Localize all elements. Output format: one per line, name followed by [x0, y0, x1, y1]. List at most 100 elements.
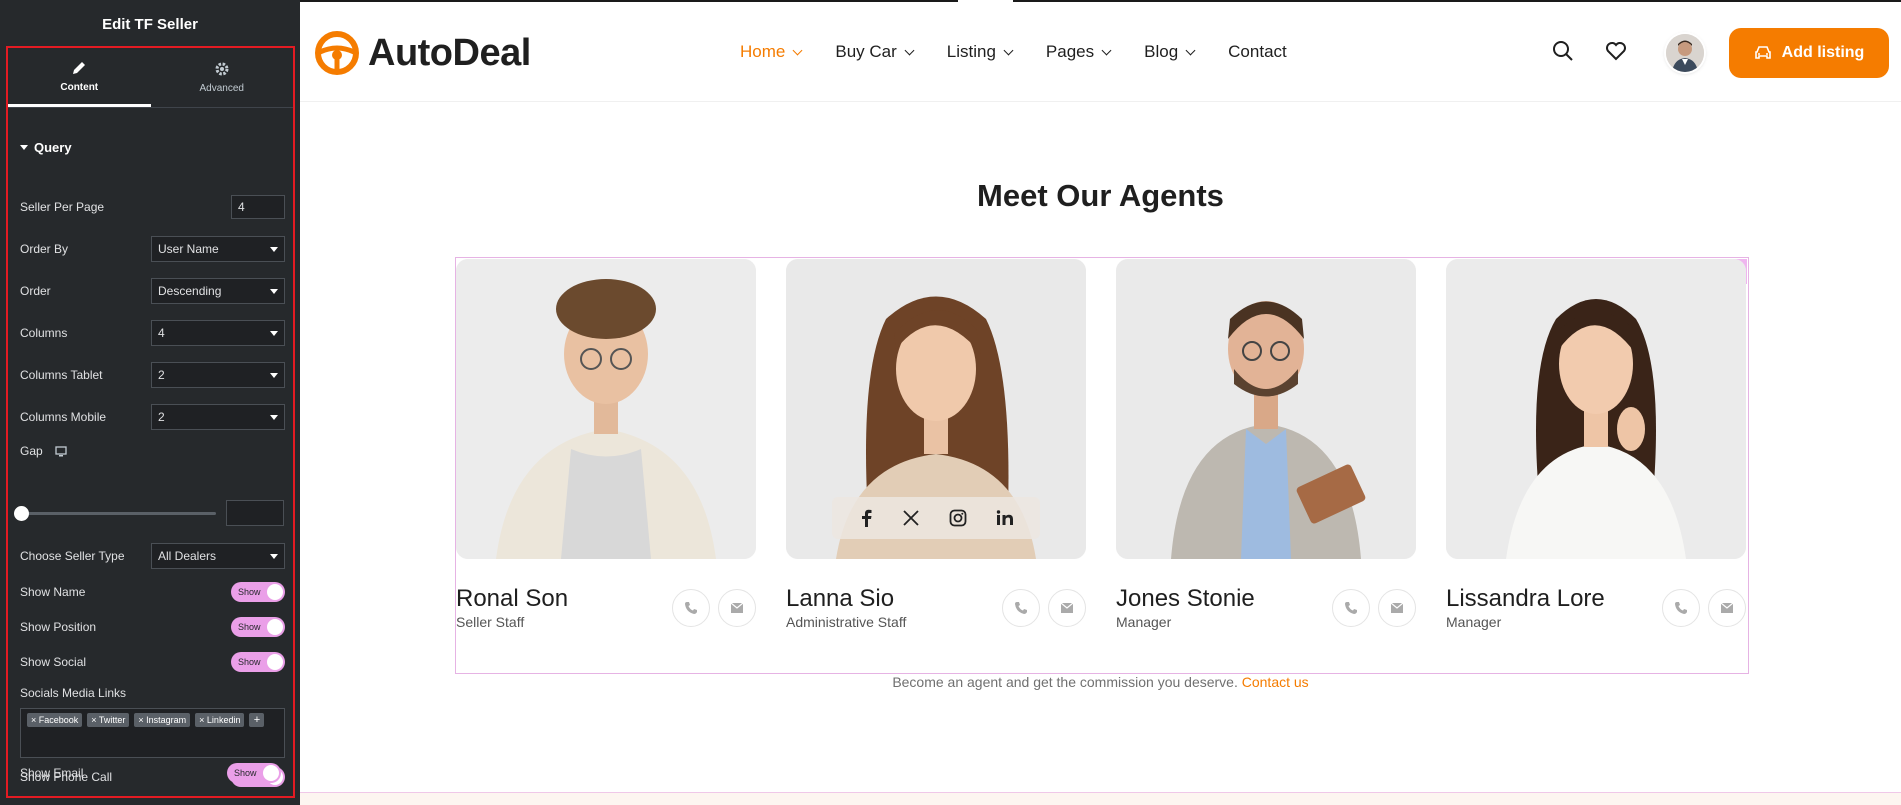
tab-advanced[interactable]: Advanced — [151, 48, 294, 107]
contact-us-link[interactable]: Contact us — [1242, 674, 1309, 690]
caret-down-icon — [270, 288, 278, 294]
phone-icon — [1675, 602, 1687, 614]
seller-type-row: Choose Seller Type All Dealers — [20, 543, 285, 569]
columns-mobile-select[interactable]: 2 — [151, 404, 285, 430]
columns-tablet-select[interactable]: 2 — [151, 362, 285, 388]
caret-down-icon — [270, 246, 278, 252]
site-logo[interactable]: AutoDeal — [314, 30, 531, 76]
agent-contact-buttons — [1002, 589, 1086, 627]
pencil-icon — [73, 61, 86, 74]
agent-photo-image — [1446, 259, 1746, 559]
add-listing-label: Add listing — [1781, 44, 1865, 61]
show-name-state: Show — [238, 587, 261, 597]
linkedin-icon[interactable] — [996, 510, 1014, 526]
nav-contact-label: Contact — [1228, 42, 1287, 61]
agent-card: Lissandra Lore Manager — [1446, 259, 1746, 630]
agent-card: Lanna Sio Administrative Staff — [786, 259, 1086, 630]
instagram-icon[interactable] — [949, 509, 967, 527]
email-button[interactable] — [1048, 589, 1086, 627]
show-email-toggle[interactable]: Show — [227, 763, 281, 783]
gear-icon — [215, 62, 229, 76]
show-name-label: Show Name — [20, 585, 86, 599]
email-button[interactable] — [1708, 589, 1746, 627]
email-icon — [1390, 602, 1404, 613]
agent-role: Administrative Staff — [786, 614, 907, 630]
gap-slider-track[interactable] — [20, 512, 216, 515]
add-listing-button[interactable]: Add listing — [1729, 28, 1889, 78]
agent-photo[interactable] — [1116, 259, 1416, 559]
agent-photo[interactable] — [1446, 259, 1746, 559]
columns-mobile-label: Columns Mobile — [20, 410, 107, 424]
email-button[interactable] — [718, 589, 756, 627]
phone-button[interactable] — [1332, 589, 1370, 627]
seller-type-select[interactable]: All Dealers — [151, 543, 285, 569]
toggle-knob — [267, 619, 283, 635]
tag-twitter[interactable]: × Twitter — [87, 713, 130, 727]
desktop-icon[interactable] — [55, 445, 67, 457]
caret-down-icon — [270, 414, 278, 420]
columns-tablet-label: Columns Tablet — [20, 368, 103, 382]
search-icon[interactable] — [1551, 39, 1575, 63]
car-icon — [1754, 46, 1771, 59]
nav-listing[interactable]: Listing — [947, 42, 1014, 62]
order-by-value: User Name — [158, 242, 219, 256]
seller-type-label: Choose Seller Type — [20, 549, 125, 563]
nav-pages-label: Pages — [1045, 42, 1095, 61]
phone-icon — [685, 602, 697, 614]
add-tag-button[interactable]: + — [249, 713, 265, 727]
phone-button[interactable] — [1662, 589, 1700, 627]
columns-tablet-value: 2 — [158, 368, 165, 382]
columns-select[interactable]: 4 — [151, 320, 285, 346]
section-query-toggle[interactable]: Query — [20, 140, 72, 155]
facebook-icon[interactable] — [859, 509, 873, 527]
nav-contact[interactable]: Contact — [1228, 42, 1287, 62]
columns-tablet-row: Columns Tablet 2 — [20, 362, 285, 388]
phone-button[interactable] — [1002, 589, 1040, 627]
nav-blog-label: Blog — [1144, 42, 1179, 61]
agent-role: Manager — [1116, 614, 1172, 630]
show-social-state: Show — [238, 657, 261, 667]
nav-buy-car[interactable]: Buy Car — [835, 42, 915, 62]
tag-instagram[interactable]: × Instagram — [134, 713, 191, 727]
nav-blog[interactable]: Blog — [1144, 42, 1196, 62]
x-twitter-icon[interactable] — [902, 509, 920, 527]
nav-pages[interactable]: Pages — [1045, 42, 1112, 62]
agent-name: Ronal Son — [456, 585, 569, 612]
order-by-row: Order By User Name — [20, 236, 285, 262]
user-avatar[interactable] — [1666, 34, 1704, 72]
phone-button[interactable] — [672, 589, 710, 627]
seller-per-page-input[interactable]: 4 — [231, 195, 285, 219]
nav-home[interactable]: Home — [740, 42, 803, 62]
gap-value-input[interactable] — [226, 500, 284, 526]
order-value: Descending — [158, 284, 222, 298]
tag-linkedin[interactable]: × Linkedin — [195, 713, 245, 727]
editor-panel: Edit TF Seller Content Advanced Query Se… — [0, 0, 300, 805]
logo-text: AutoDeal — [368, 31, 531, 74]
nav-buy-car-label: Buy Car — [835, 42, 897, 61]
agent-contact-buttons — [1332, 589, 1416, 627]
tab-content[interactable]: Content — [8, 48, 151, 107]
order-select[interactable]: Descending — [151, 278, 285, 304]
order-by-select[interactable]: User Name — [151, 236, 285, 262]
chevron-down-icon — [1101, 45, 1112, 56]
heart-icon[interactable] — [1604, 39, 1628, 63]
show-position-label: Show Position — [20, 620, 97, 634]
show-position-toggle[interactable]: Show — [231, 617, 285, 637]
agent-photo[interactable] — [456, 259, 756, 559]
become-agent-text: Become an agent and get the commission y… — [300, 674, 1901, 690]
email-button[interactable] — [1378, 589, 1416, 627]
agent-photo-image — [456, 259, 756, 559]
show-email-row: Show Email Show — [20, 763, 281, 783]
show-name-toggle[interactable]: Show — [231, 582, 285, 602]
agent-photo[interactable] — [786, 259, 1086, 559]
tag-facebook[interactable]: × Facebook — [27, 713, 83, 727]
columns-mobile-row: Columns Mobile 2 — [20, 404, 285, 430]
toggle-knob — [267, 584, 283, 600]
gap-slider-handle[interactable] — [14, 506, 29, 521]
socials-links-field[interactable]: × Facebook × Twitter × Instagram × Linke… — [20, 708, 285, 758]
show-social-toggle[interactable]: Show — [231, 652, 285, 672]
order-row: Order Descending — [20, 278, 285, 304]
chevron-down-icon — [904, 45, 915, 56]
show-position-row: Show Position Show — [20, 617, 285, 637]
agent-card: Ronal Son Seller Staff — [456, 259, 756, 630]
